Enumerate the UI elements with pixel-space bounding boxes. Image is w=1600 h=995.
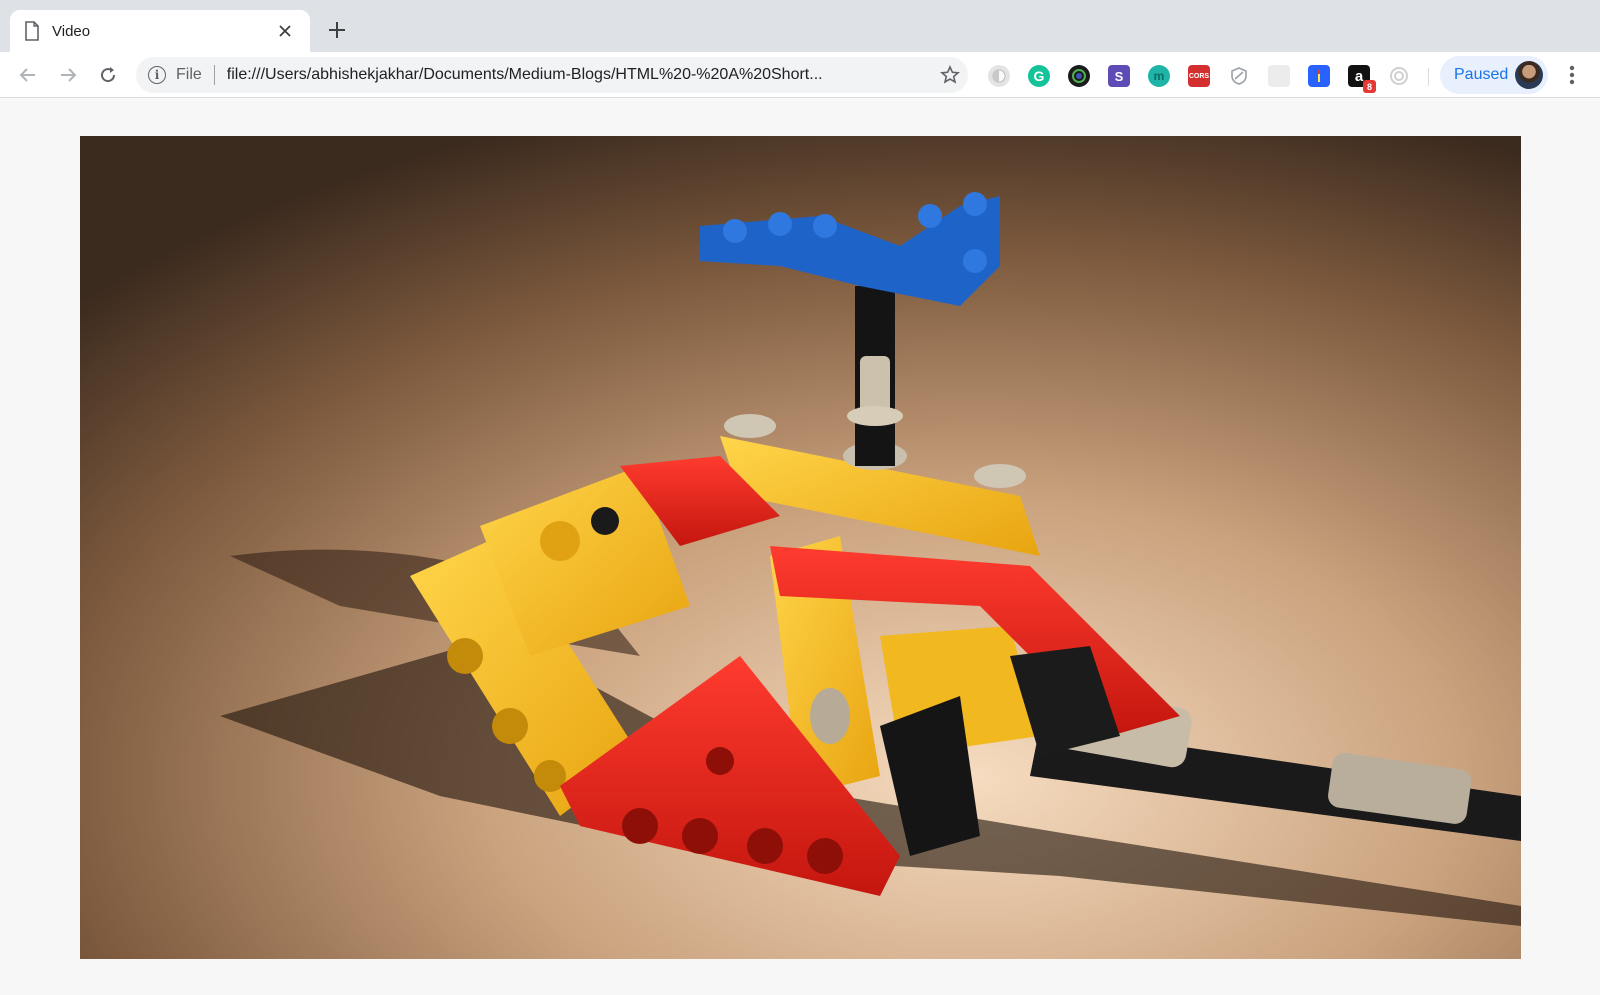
reload-icon [101, 67, 116, 83]
toolbar-divider [1428, 68, 1429, 86]
target-extension-icon[interactable] [1388, 65, 1410, 87]
cors-label: CORS [1188, 72, 1210, 80]
bookmark-star-icon[interactable] [932, 57, 968, 93]
document-icon [25, 21, 39, 41]
file-scheme-label: File [176, 66, 202, 83]
kebab-menu-icon [1569, 65, 1575, 85]
tab-title: Video [52, 22, 91, 40]
s-extension-icon[interactable]: S [1108, 65, 1130, 87]
m-extension-icon[interactable]: m [1148, 65, 1170, 87]
forward-button[interactable] [54, 61, 82, 89]
shield-extension-icon[interactable] [1228, 65, 1250, 87]
grammarly-extension-icon[interactable]: G [1028, 65, 1050, 87]
more-menu-button[interactable] [1558, 61, 1586, 89]
info-icon[interactable]: i [148, 66, 166, 84]
back-button[interactable] [14, 61, 42, 89]
profile-status-label: Paused [1454, 66, 1509, 83]
m-letter: m [1153, 69, 1165, 83]
amazon-badge: 8 [1363, 80, 1376, 93]
grammarly-letter: G [1033, 68, 1045, 84]
address-bar[interactable]: i File file:///Users/abhishekjakhar/Docu… [136, 57, 968, 93]
cors-extension-icon[interactable]: CORS [1188, 65, 1210, 87]
amazon-extension-icon[interactable]: a 8 [1348, 65, 1376, 93]
new-tab-button[interactable] [323, 16, 351, 44]
browser-toolbar: i File file:///Users/abhishekjakhar/Docu… [0, 52, 1600, 98]
blank-extension-icon[interactable] [1268, 65, 1290, 87]
color-picker-extension-icon[interactable] [1068, 65, 1090, 87]
tab-video[interactable]: Video [10, 10, 310, 52]
reload-button[interactable] [94, 61, 122, 89]
close-tab-icon[interactable] [274, 20, 296, 42]
url-text[interactable]: file:///Users/abhishekjakhar/Documents/M… [227, 66, 932, 84]
video-frame-lego-model [80, 136, 1521, 959]
arrow-right-icon [61, 68, 77, 82]
flag-extension-icon[interactable] [1308, 65, 1330, 87]
tab-strip: Video [0, 0, 1600, 52]
amazon-letter: a [1354, 67, 1364, 85]
profile-button[interactable]: Paused [1440, 56, 1548, 94]
avatar [1515, 61, 1543, 89]
arrow-left-icon [19, 68, 35, 82]
video-player[interactable] [80, 136, 1521, 959]
ghost-extension-icon[interactable] [988, 65, 1010, 87]
s-letter: S [1114, 68, 1124, 84]
omnibox-separator [213, 65, 215, 85]
